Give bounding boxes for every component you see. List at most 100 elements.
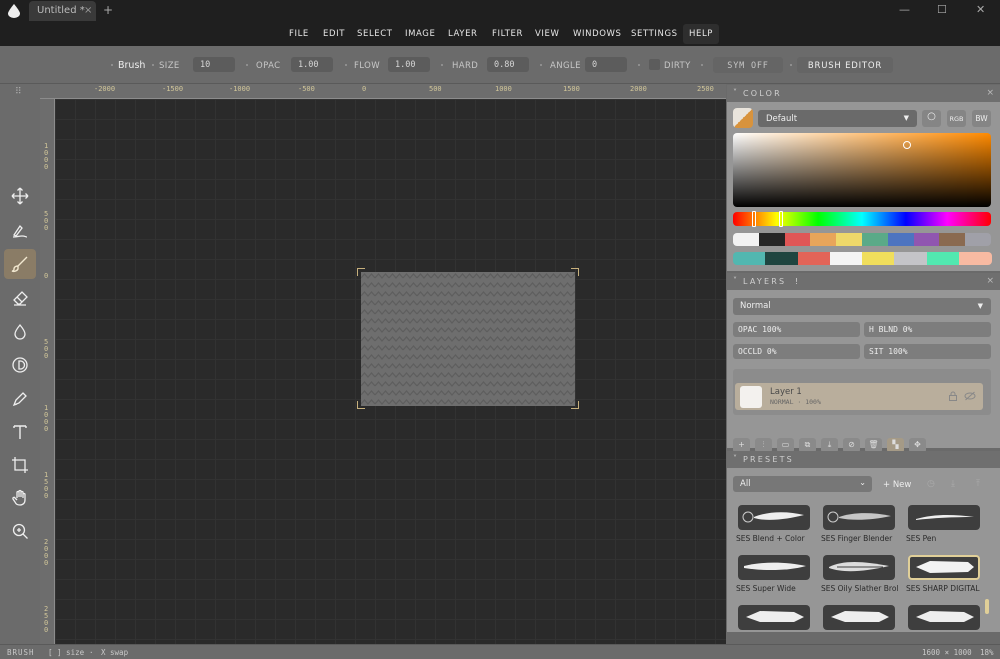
menu-select[interactable]: SELECT bbox=[357, 29, 393, 39]
layer-opacity-field[interactable]: OPAC 100% bbox=[733, 322, 860, 337]
visibility-off-icon[interactable] bbox=[964, 391, 976, 401]
hand-tool-button[interactable] bbox=[4, 483, 36, 513]
presets-panel-header[interactable]: ˅ PRESETS bbox=[727, 451, 1000, 468]
menu-layer[interactable]: LAYER bbox=[448, 29, 478, 39]
preset-item[interactable]: SES Blend + Color bbox=[736, 505, 820, 543]
canvas-corner-handle[interactable] bbox=[357, 268, 365, 276]
color-swatch[interactable] bbox=[733, 233, 760, 246]
color-swatch[interactable] bbox=[797, 252, 831, 265]
color-swatch[interactable] bbox=[758, 233, 786, 246]
document-tab[interactable]: Untitled * × bbox=[29, 1, 96, 21]
saturation-value-picker[interactable] bbox=[733, 133, 991, 207]
close-panel-icon[interactable]: × bbox=[986, 88, 994, 98]
eraser-tool-button[interactable] bbox=[4, 283, 36, 313]
history-icon[interactable]: ◷ bbox=[927, 479, 935, 489]
canvas-corner-handle[interactable] bbox=[571, 268, 579, 276]
move-tool-button[interactable] bbox=[4, 181, 36, 211]
canvas-corner-handle[interactable] bbox=[571, 401, 579, 409]
menu-edit[interactable]: EDIT bbox=[323, 29, 345, 39]
bw-mode-button[interactable]: BW bbox=[972, 110, 991, 127]
color-swatch[interactable] bbox=[784, 233, 811, 246]
minimize-icon[interactable]: — bbox=[899, 3, 910, 16]
layers-panel-header[interactable]: ˅ LAYERS ! × bbox=[727, 273, 1000, 290]
preset-item[interactable]: SES Oily Slather Brol bbox=[821, 555, 905, 593]
text-tool-button[interactable] bbox=[4, 417, 36, 447]
new-preset-button[interactable]: + New bbox=[883, 480, 911, 490]
preset-item[interactable] bbox=[821, 605, 905, 632]
flow-field[interactable]: 1.00 bbox=[388, 57, 430, 72]
layer-item-layer-1[interactable]: Layer 1 NORMAL · 100% bbox=[735, 383, 983, 410]
collapse-chevron-icon[interactable]: ˅ bbox=[733, 276, 737, 285]
crop-tool-button[interactable] bbox=[4, 450, 36, 480]
canvas-viewport[interactable] bbox=[55, 99, 726, 644]
fill-tool-button[interactable] bbox=[4, 317, 36, 347]
hue-slider-handle[interactable] bbox=[779, 211, 783, 227]
color-swatch[interactable] bbox=[926, 252, 960, 265]
preset-item-selected[interactable]: SES SHARP DIGITAL bbox=[906, 555, 990, 593]
canvas-corner-handle[interactable] bbox=[357, 401, 365, 409]
angle-field[interactable]: 0 bbox=[585, 57, 627, 72]
hue-slider[interactable] bbox=[733, 211, 991, 227]
document-canvas[interactable] bbox=[361, 272, 575, 406]
toolbar-grip-icon[interactable]: ⠿ bbox=[15, 87, 22, 97]
dirty-checkbox[interactable] bbox=[649, 59, 660, 70]
current-color-swatch[interactable] bbox=[733, 108, 753, 128]
export-icon[interactable]: ⤒ bbox=[976, 479, 980, 489]
menu-settings[interactable]: SETTINGS bbox=[631, 29, 678, 39]
preset-item[interactable] bbox=[736, 605, 820, 632]
new-tab-icon[interactable]: + bbox=[103, 3, 113, 17]
color-swatch[interactable] bbox=[810, 233, 837, 246]
opacity-field[interactable]: 1.00 bbox=[291, 57, 333, 72]
color-picker-handle[interactable] bbox=[903, 141, 911, 149]
dodge-tool-button[interactable] bbox=[4, 350, 36, 380]
size-field[interactable]: 10 bbox=[193, 57, 235, 72]
symmetry-toggle-button[interactable]: SYM OFF bbox=[713, 57, 783, 73]
presets-scrollbar[interactable] bbox=[985, 599, 989, 614]
rgb-mode-button[interactable]: RGB bbox=[947, 110, 966, 127]
color-panel-header[interactable]: ˅ COLOR × bbox=[727, 85, 1000, 102]
color-swatch[interactable] bbox=[894, 252, 927, 265]
collapse-chevron-icon[interactable]: ˅ bbox=[733, 88, 737, 97]
close-panel-icon[interactable]: × bbox=[986, 276, 994, 286]
hardness-field[interactable]: 0.80 bbox=[487, 57, 529, 72]
brush-tool-button[interactable] bbox=[4, 249, 36, 279]
collapse-chevron-icon[interactable]: ˅ bbox=[733, 454, 737, 463]
maximize-icon[interactable]: ☐ bbox=[937, 3, 947, 16]
zoom-tool-button[interactable] bbox=[4, 516, 36, 546]
color-swatch[interactable] bbox=[862, 252, 895, 265]
smudge-tool-button[interactable] bbox=[4, 215, 36, 245]
preset-item[interactable] bbox=[906, 605, 990, 632]
menu-view[interactable]: VIEW bbox=[535, 29, 560, 39]
palette-dropdown[interactable]: Default ▼ bbox=[758, 110, 917, 127]
preset-item[interactable]: SES Super Wide bbox=[736, 555, 820, 593]
brush-editor-button[interactable]: BRUSH EDITOR bbox=[797, 57, 893, 73]
color-swatch[interactable] bbox=[836, 233, 863, 246]
menu-image[interactable]: IMAGE bbox=[405, 29, 435, 39]
color-swatch[interactable] bbox=[765, 252, 798, 265]
wheel-mode-button[interactable]: ○ bbox=[922, 110, 941, 127]
tab-close-icon[interactable]: × bbox=[84, 5, 92, 16]
hue-slider-handle[interactable] bbox=[752, 211, 756, 227]
color-swatch[interactable] bbox=[829, 252, 863, 265]
preset-category-dropdown[interactable]: All ⌄ bbox=[733, 476, 872, 492]
color-swatch[interactable] bbox=[958, 252, 992, 265]
lock-icon[interactable] bbox=[948, 391, 958, 401]
blend-mode-dropdown[interactable]: Normal ▼ bbox=[733, 298, 991, 315]
menu-windows[interactable]: WINDOWS bbox=[573, 29, 622, 39]
color-swatch[interactable] bbox=[939, 233, 966, 246]
preset-item[interactable]: SES Finger Blender bbox=[821, 505, 905, 543]
menu-file[interactable]: FILE bbox=[289, 29, 309, 39]
color-swatch[interactable] bbox=[733, 252, 766, 265]
layer-h-blend-field[interactable]: H BLND 0% bbox=[864, 322, 991, 337]
preset-item[interactable]: SES Pen bbox=[906, 505, 990, 543]
color-swatch[interactable] bbox=[965, 233, 992, 246]
color-swatch[interactable] bbox=[887, 233, 915, 246]
import-icon[interactable]: ⤓ bbox=[951, 479, 955, 489]
color-swatch[interactable] bbox=[913, 233, 940, 246]
menu-filter[interactable]: FILTER bbox=[492, 29, 523, 39]
close-window-icon[interactable]: ✕ bbox=[976, 3, 985, 16]
layer-sit-field[interactable]: SIT 100% bbox=[864, 344, 991, 359]
pen-tool-button[interactable] bbox=[4, 384, 36, 414]
layer-occlude-field[interactable]: OCCLD 0% bbox=[733, 344, 860, 359]
color-swatch[interactable] bbox=[862, 233, 889, 246]
